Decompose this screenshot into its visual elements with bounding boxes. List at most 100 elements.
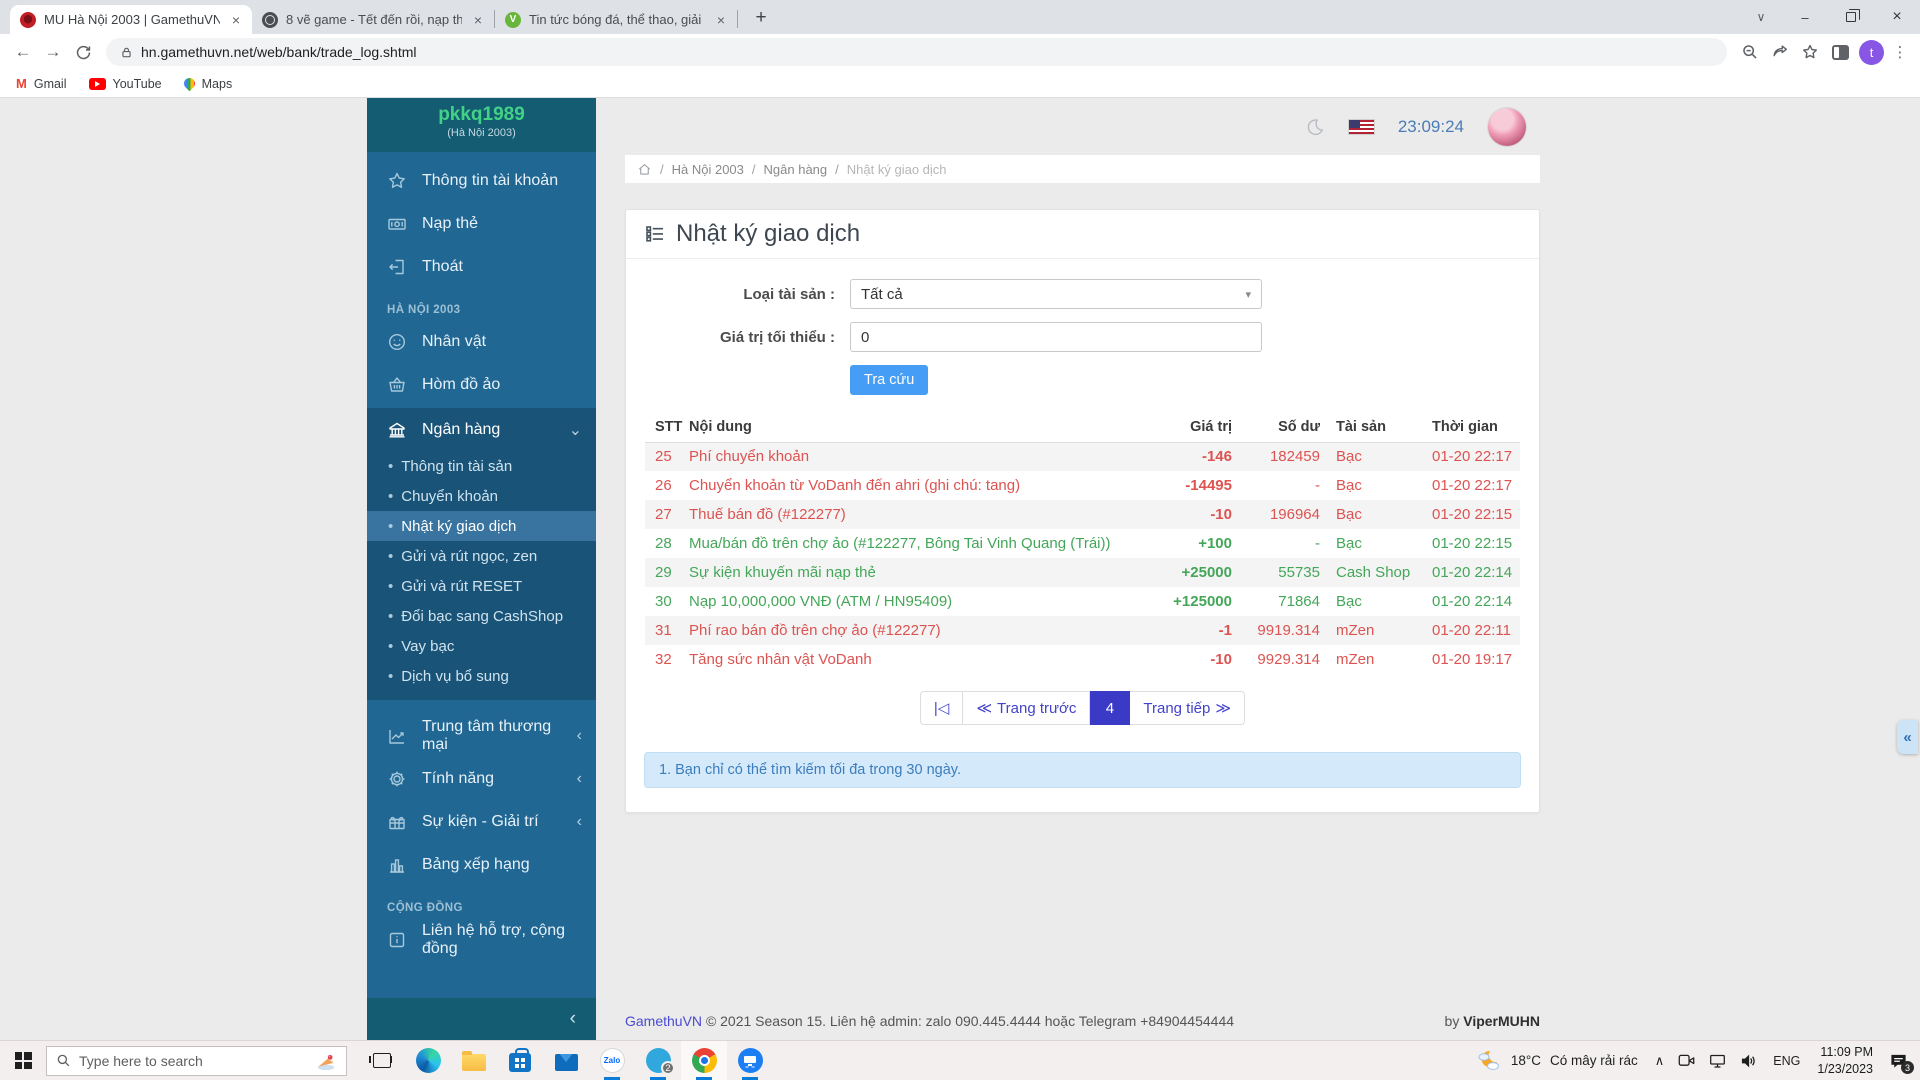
chevron-left-icon: ‹ [577, 813, 582, 831]
subitem-label: Dịch vụ bổ sung [401, 668, 509, 685]
bookmark-label: Maps [202, 77, 233, 91]
first-page-button[interactable]: |◁ [920, 691, 963, 725]
sidebar-item-virtual-chest[interactable]: Hòm đồ ảo [367, 363, 596, 406]
network-icon[interactable] [1702, 1041, 1733, 1080]
url-bar[interactable]: hn.gamethuvn.net/web/bank/trade_log.shtm… [106, 38, 1727, 66]
page-viewport: pkkq1989 (Hà Nội 2003) Thông tin tài kho… [0, 98, 1920, 1040]
bullet-icon: • [388, 458, 393, 475]
search-highlight-cake-icon[interactable] [315, 1050, 337, 1072]
sidebar-collapse-bar[interactable]: ‹ [367, 998, 596, 1040]
tab-close-icon[interactable]: × [228, 12, 244, 28]
sidebar-subitem-loan[interactable]: •Vay bạc [367, 631, 596, 661]
breadcrumb-item[interactable]: Ngân hàng [764, 162, 828, 177]
sidebar-item-logout[interactable]: Thoát [367, 245, 596, 288]
sidebar-item-top-up[interactable]: Nạp thẻ [367, 202, 596, 245]
bookmark-gmail[interactable]: M Gmail [16, 76, 67, 91]
asset-type-select[interactable]: Tất cả ▾ [850, 279, 1262, 309]
bookmarks-bar: M Gmail YouTube Maps [0, 70, 1920, 98]
taskbar-clock[interactable]: 11:09 PM 1/23/2023 [1809, 1044, 1881, 1077]
sidebar-section-server: HÀ NỘI 2003 [367, 288, 596, 320]
prev-label: Trang trước [997, 700, 1076, 717]
tab-8vegame[interactable]: 8 vẽ game - Tết đến rồi, nạp thẻ × [252, 5, 494, 34]
reload-icon[interactable] [68, 44, 98, 61]
next-page-button[interactable]: Trang tiếp ≫ [1130, 691, 1245, 725]
collapse-chevron-icon[interactable]: ‹ [570, 1008, 576, 1030]
language-flag-icon[interactable] [1349, 120, 1374, 134]
bullet-icon: • [388, 668, 393, 685]
task-view-button[interactable] [359, 1041, 405, 1080]
tab-mu-hanoi[interactable]: MU Hà Nội 2003 | GamethuVN.ne × [10, 5, 252, 34]
tab-search-icon[interactable]: ∨ [1740, 0, 1782, 34]
tab-close-icon[interactable]: × [713, 12, 729, 28]
url-text[interactable]: hn.gamethuvn.net/web/bank/trade_log.shtm… [141, 44, 417, 60]
sidebar-item-account-info[interactable]: Thông tin tài khoản [367, 159, 596, 202]
browser-profile-avatar[interactable]: t [1859, 40, 1884, 65]
sidebar-subitem-deposit-reset[interactable]: •Gửi và rút RESET [367, 571, 596, 601]
sidebar-item-bank[interactable]: Ngân hàng ⌄ [367, 408, 596, 451]
sidebar-item-features[interactable]: Tính năng ‹ [367, 757, 596, 800]
sidebar-item-label: Hòm đồ ảo [422, 376, 500, 394]
browser-menu-icon[interactable]: ⋮ [1888, 43, 1912, 61]
tab-strip: MU Hà Nội 2003 | GamethuVN.ne × 8 vẽ gam… [0, 0, 1920, 34]
sidebar-subitem-deposit-gem[interactable]: •Gửi và rút ngọc, zen [367, 541, 596, 571]
chrome-app[interactable] [681, 1041, 727, 1080]
dark-mode-moon-icon[interactable] [1305, 117, 1325, 137]
telegram-app[interactable]: 2 [635, 1041, 681, 1080]
bookmark-maps[interactable]: Maps [184, 77, 233, 91]
share-icon[interactable] [1765, 43, 1795, 61]
side-widget-toggle[interactable]: « [1897, 720, 1918, 754]
close-button[interactable]: × [1874, 0, 1920, 34]
edge-app[interactable] [405, 1041, 451, 1080]
zoom-out-icon[interactable] [1735, 43, 1765, 61]
sidebar-subitem-transfer[interactable]: •Chuyển khoản [367, 481, 596, 511]
volume-icon[interactable] [1733, 1041, 1764, 1080]
gift-icon [387, 812, 407, 832]
forward-icon[interactable]: → [38, 42, 68, 62]
bookmark-label: YouTube [113, 77, 162, 91]
store-app[interactable] [497, 1041, 543, 1080]
action-center-button[interactable]: 3 [1881, 1041, 1920, 1080]
home-icon[interactable] [637, 162, 652, 177]
back-icon[interactable]: ← [8, 42, 38, 62]
breadcrumb-item[interactable]: Hà Nội 2003 [672, 162, 744, 177]
sidebar-item-character[interactable]: Nhân vật [367, 320, 596, 363]
current-page-button[interactable]: 4 [1090, 691, 1130, 725]
file-explorer-app[interactable] [451, 1041, 497, 1080]
min-value-input[interactable]: 0 [850, 322, 1262, 352]
maximize-button[interactable] [1828, 0, 1874, 34]
sidebar-item-support[interactable]: Liên hệ hỗ trợ, cộng đồng [367, 918, 596, 961]
avatar[interactable] [1488, 108, 1526, 146]
tab-news[interactable]: V Tin tức bóng đá, thể thao, giải trí × [495, 5, 737, 34]
search-input[interactable] [79, 1053, 307, 1069]
sidebar-subitem-asset-info[interactable]: •Thông tin tài sản [367, 451, 596, 481]
sidebar-item-rankings[interactable]: Bảng xếp hạng [367, 843, 596, 886]
tab-close-icon[interactable]: × [470, 12, 486, 28]
footer-site-link[interactable]: GamethuVN [625, 1013, 702, 1029]
new-tab-button[interactable]: + [748, 7, 774, 29]
weather-widget[interactable]: 18°C Có mây rải rác [1466, 1041, 1648, 1080]
zalo-app[interactable]: Zalo [589, 1041, 635, 1080]
search-button[interactable]: Tra cứu [850, 365, 928, 395]
sidebar-subitem-trade-log[interactable]: •Nhật ký giao dịch [367, 511, 596, 541]
sidebar-item-trade-center[interactable]: Trung tâm thương mại ‹ [367, 714, 596, 757]
sidebar: pkkq1989 (Hà Nội 2003) Thông tin tài kho… [367, 98, 596, 1040]
meet-now-icon[interactable] [1671, 1041, 1702, 1080]
minimize-button[interactable]: – [1782, 0, 1828, 34]
start-button[interactable] [0, 1041, 46, 1080]
remote-desktop-app[interactable] [727, 1041, 773, 1080]
mail-app[interactable] [543, 1041, 589, 1080]
prev-page-button[interactable]: ≪ Trang trước [963, 691, 1090, 725]
tray-chevron-icon[interactable]: ∧ [1648, 1041, 1672, 1080]
language-indicator[interactable]: ENG [1764, 1041, 1809, 1080]
bookmark-youtube[interactable]: YouTube [89, 77, 162, 91]
sidebar-subitem-exchange-cashshop[interactable]: •Đổi bạc sang CashShop [367, 601, 596, 631]
bookmark-star-icon[interactable] [1795, 43, 1825, 61]
sidebar-subitem-extra-services[interactable]: • Dịch vụ bổ sung [367, 661, 596, 691]
table-row: 25Phí chuyển khoản-146182459Bạc01-20 22:… [645, 442, 1520, 471]
sidebar-item-label: Trung tâm thương mại [422, 718, 562, 754]
taskbar-search[interactable] [46, 1046, 347, 1076]
sidebar-item-events[interactable]: Sự kiện - Giải trí ‹ [367, 800, 596, 843]
side-panel-icon[interactable] [1825, 45, 1855, 60]
col-header-value: Giá trị [1136, 413, 1232, 442]
breadcrumb-item-current: Nhật ký giao dịch [847, 162, 947, 177]
